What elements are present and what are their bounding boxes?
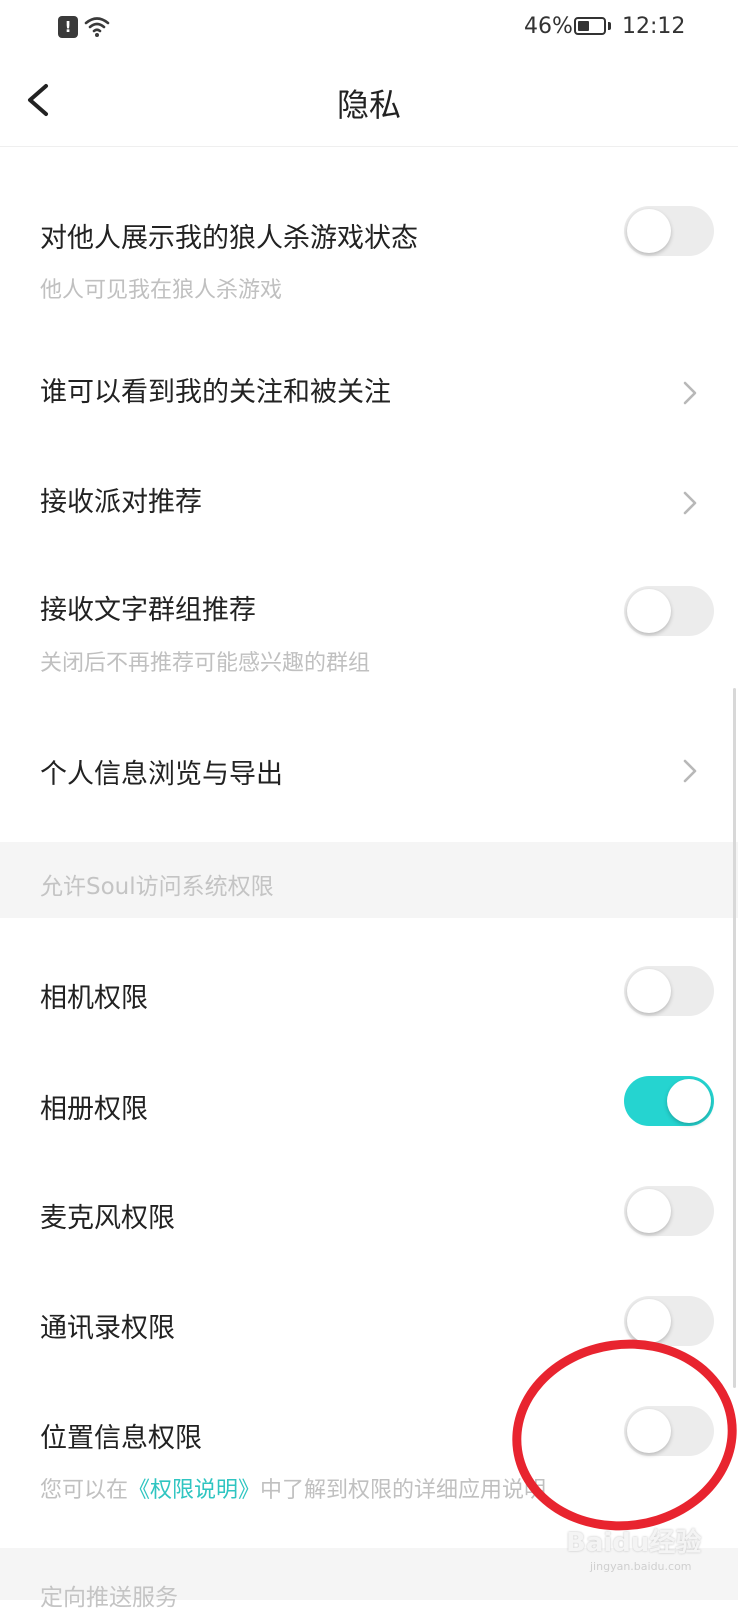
annotation-circle: [499, 1325, 738, 1545]
setting-werewolf-status-subtitle: 他人可见我在狼人杀游戏: [40, 278, 283, 303]
permission-contacts-label: 通讯录权限: [40, 1313, 175, 1344]
section-label-targeted-push: 定向推送服务: [40, 1585, 178, 1611]
battery-level-fill: [578, 21, 590, 31]
album-permission-toggle[interactable]: [624, 1076, 714, 1126]
clock: 12:12: [622, 14, 686, 39]
wifi-icon: [84, 17, 110, 37]
chevron-right-icon[interactable]: [678, 488, 702, 518]
permission-note: 您可以在《权限说明》中了解到权限的详细应用说明: [40, 1472, 546, 1504]
setting-follow-visibility-label: 谁可以看到我的关注和被关注: [40, 377, 391, 408]
permission-album-label: 相册权限: [40, 1094, 148, 1125]
section-label-permissions: 允许Soul访问系统权限: [40, 874, 274, 900]
battery-percent: 46%: [524, 14, 573, 39]
group-recommend-toggle[interactable]: [624, 586, 714, 636]
header-divider: [0, 146, 738, 147]
microphone-permission-toggle[interactable]: [624, 1186, 714, 1236]
setting-werewolf-status-label: 对他人展示我的狼人杀游戏状态: [40, 223, 418, 254]
setting-personal-info-label: 个人信息浏览与导出: [40, 759, 283, 790]
watermark-url: jingyan.baidu.com: [590, 1560, 692, 1573]
permission-camera-label: 相机权限: [40, 983, 148, 1014]
permission-note-suffix: 中了解到权限的详细应用说明: [260, 1478, 547, 1503]
setting-group-recommend-subtitle: 关闭后不再推荐可能感兴趣的群组: [40, 651, 371, 676]
scrollbar[interactable]: [733, 688, 736, 1388]
battery-tip: [608, 22, 611, 30]
permission-note-prefix: 您可以在: [40, 1478, 129, 1503]
permission-microphone-label: 麦克风权限: [40, 1203, 175, 1234]
status-bar: ! 46% 12:12: [0, 0, 738, 56]
chevron-right-icon[interactable]: [678, 756, 702, 786]
camera-permission-toggle[interactable]: [624, 966, 714, 1016]
permission-explanation-link[interactable]: 《权限说明》: [128, 1478, 260, 1503]
alert-icon: !: [58, 16, 78, 38]
werewolf-status-toggle[interactable]: [624, 206, 714, 256]
page-title: 隐私: [336, 86, 401, 124]
contacts-permission-toggle[interactable]: [624, 1296, 714, 1346]
chevron-right-icon[interactable]: [678, 378, 702, 408]
setting-group-recommend-label: 接收文字群组推荐: [40, 595, 256, 626]
watermark: Baidu经验: [566, 1528, 702, 1558]
battery-icon: [574, 17, 606, 35]
setting-party-recommend-label: 接收派对推荐: [40, 487, 202, 518]
permission-location-label: 位置信息权限: [40, 1423, 202, 1454]
